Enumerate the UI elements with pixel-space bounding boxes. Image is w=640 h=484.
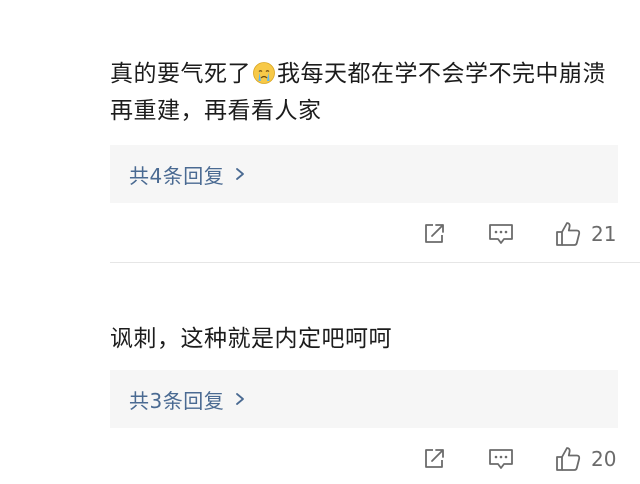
view-replies-button[interactable]: 共3条回复 bbox=[110, 370, 618, 428]
comment-actions: 20 bbox=[0, 439, 640, 479]
comment-icon bbox=[489, 449, 513, 469]
like-button[interactable]: 20 bbox=[554, 445, 616, 473]
share-button[interactable] bbox=[421, 220, 447, 248]
share-button[interactable] bbox=[421, 445, 447, 473]
comment-text-part: 讽刺，这种就是内定吧呵呵 bbox=[110, 326, 392, 352]
like-count: 21 bbox=[591, 222, 617, 246]
comment-button[interactable] bbox=[487, 445, 515, 473]
comment-button[interactable] bbox=[487, 220, 515, 248]
comment-icon bbox=[489, 224, 513, 244]
comment-text: 讽刺，这种就是内定吧呵呵 bbox=[110, 321, 622, 358]
replies-count-label: 共3条回复 bbox=[129, 388, 225, 413]
comment-item: 真的要气死了 我每天都在学不会学不完中崩溃再重建，再看看人家 共4条回复 21 bbox=[0, 0, 640, 262]
replies-count-label: 共4条回复 bbox=[129, 163, 225, 188]
thumbs-up-icon bbox=[556, 222, 581, 246]
comment-actions: 21 bbox=[0, 214, 640, 254]
like-count: 20 bbox=[591, 447, 617, 471]
crying-face-emoji bbox=[253, 62, 275, 84]
comment-item: 讽刺，这种就是内定吧呵呵 共3条回复 20 bbox=[0, 263, 640, 484]
chevron-right-icon bbox=[236, 393, 245, 405]
view-replies-button[interactable]: 共4条回复 bbox=[110, 145, 618, 203]
comment-text-part: 真的要气死了 bbox=[110, 61, 251, 87]
like-button[interactable]: 21 bbox=[554, 220, 616, 248]
thumbs-up-icon bbox=[556, 447, 581, 471]
comment-text: 真的要气死了 我每天都在学不会学不完中崩溃再重建，再看看人家 bbox=[110, 56, 622, 130]
share-icon bbox=[425, 449, 444, 468]
chevron-right-icon bbox=[236, 168, 245, 180]
share-icon bbox=[425, 224, 444, 243]
